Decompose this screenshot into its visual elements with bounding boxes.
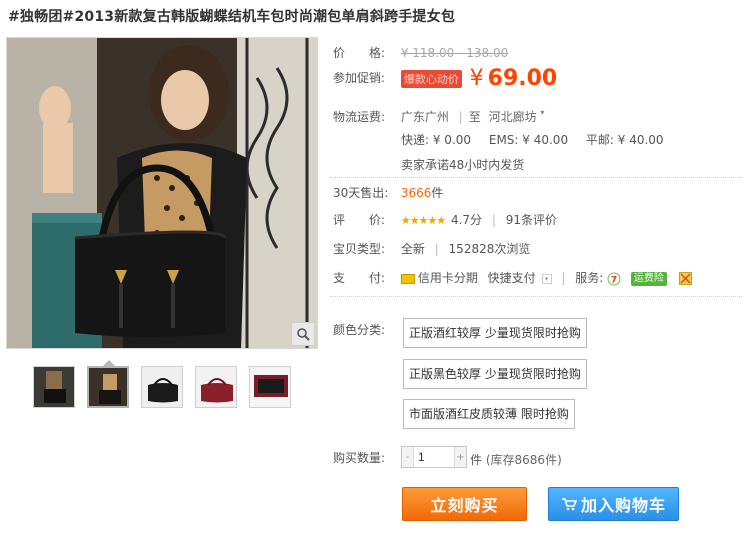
price-row: 价 格: ¥ 118.00 - 138.00	[333, 44, 508, 61]
divider: |	[561, 271, 566, 285]
thumbnail-image	[142, 367, 182, 407]
product-photo-illustration	[7, 38, 317, 348]
add-to-cart-button[interactable]: 加入购物车	[548, 487, 679, 521]
zoom-button[interactable]	[291, 322, 315, 346]
currency-symbol: ¥	[469, 66, 484, 91]
seven-day-return-icon[interactable]: 7	[607, 272, 621, 286]
ship-from: 广东广州	[400, 110, 449, 124]
color-option[interactable]: 正版酒红较厚 少量现货限时抢购	[403, 318, 587, 348]
divider-line	[330, 296, 742, 297]
quantity-stepper: - +	[401, 446, 467, 468]
ship-to-prefix: 至	[468, 110, 481, 124]
rating-stars: ★★★★★	[400, 214, 446, 227]
add-to-cart-label: 加入购物车	[580, 496, 666, 515]
type-row: 宝贝类型: 全新 | 152828次浏览	[333, 240, 530, 257]
thumbnail-strip	[33, 366, 291, 408]
product-title: #独畅团#2013新款复古韩版蝴蝶结机车包时尚潮包单肩斜跨手提女包	[8, 9, 456, 25]
thumbnail-image	[196, 367, 236, 407]
price-label: 价 格:	[333, 46, 386, 60]
sales-row: 30天售出: 3666件	[333, 184, 443, 201]
promo-badge: 爆款心动价	[400, 69, 462, 88]
chevron-down-icon[interactable]: ▾	[540, 108, 544, 117]
regular-mail-fee: 平邮: ¥ 40.00	[585, 133, 664, 147]
reviews-link[interactable]: 91条评价	[506, 213, 557, 227]
thumbnail[interactable]	[195, 366, 237, 408]
promo-row: 参加促销: 爆款心动价 ¥69.00	[333, 66, 557, 91]
shipping-promise: 卖家承诺48小时内发货	[401, 158, 525, 172]
shipping-insurance-badge[interactable]: 运费险	[630, 271, 667, 286]
color-option[interactable]: 正版黑色较厚 少量现货限时抢购	[403, 359, 587, 389]
service-label: 服务:	[575, 271, 604, 285]
view-count: 152828次浏览	[448, 242, 531, 256]
cart-icon	[561, 498, 577, 511]
thumbnail-image	[250, 367, 290, 407]
magnifier-icon	[297, 328, 310, 341]
express-fee: 快递: ¥ 0.00	[401, 133, 472, 147]
thumbnail-image	[34, 367, 74, 407]
shipping-label: 物流运费:	[333, 110, 386, 124]
thumbnail-active[interactable]	[87, 366, 129, 408]
rating-score: 4.7分	[450, 213, 483, 227]
quantity-unit: 件	[470, 453, 483, 467]
payment-row: 支 付: 信用卡分期 快捷支付 ▾ | 服务: 7 运费险	[333, 269, 692, 286]
quick-pay[interactable]: 快捷支付	[488, 271, 536, 285]
main-product-image[interactable]	[6, 37, 318, 349]
ems-fee: EMS: ¥ 40.00	[488, 133, 569, 147]
promo-label: 参加促销:	[333, 71, 386, 85]
sales-unit: 件	[431, 186, 444, 200]
shipping-row: 物流运费: 广东广州 | 至 河北廊坊 ▾	[333, 108, 544, 125]
divider-line	[330, 177, 742, 178]
color-label: 颜色分类:	[333, 323, 386, 337]
quantity-label: 购买数量:	[333, 451, 386, 465]
credit-card-icon	[400, 273, 415, 284]
increment-button[interactable]: +	[455, 447, 466, 467]
quantity-label-row: 购买数量:	[333, 449, 397, 466]
rating-label: 评 价:	[333, 213, 386, 227]
credit-installment[interactable]: 信用卡分期	[418, 271, 478, 285]
thumbnail[interactable]	[141, 366, 183, 408]
thumbnail-image	[89, 368, 127, 406]
thumbnail[interactable]	[33, 366, 75, 408]
original-price: ¥ 118.00 - 138.00	[400, 46, 509, 60]
svg-text:7: 7	[611, 275, 617, 285]
sales-count: 3666	[400, 186, 432, 200]
quantity-input[interactable]	[413, 447, 455, 467]
shipping-fees: 快递: ¥ 0.00 EMS: ¥ 40.00 平邮: ¥ 40.00	[401, 131, 664, 148]
sales-label: 30天售出:	[333, 186, 389, 200]
type-label: 宝贝类型:	[333, 242, 386, 256]
divider: |	[491, 213, 496, 227]
ship-to-selector[interactable]: 河北廊坊	[489, 110, 537, 124]
chevron-down-icon[interactable]: ▾	[541, 273, 552, 284]
item-condition: 全新	[400, 242, 425, 256]
thumbnail[interactable]	[249, 366, 291, 408]
decrement-button[interactable]: -	[402, 447, 413, 467]
buy-now-button[interactable]: 立刻购买	[402, 487, 527, 521]
payment-label: 支 付:	[333, 271, 386, 285]
color-label-row: 颜色分类:	[333, 321, 397, 338]
color-option[interactable]: 市面版酒红皮质较薄 限时抢购	[403, 399, 575, 429]
promo-price: 69.00	[487, 66, 558, 91]
stock-info: 件 (库存8686件)	[470, 451, 562, 468]
divider: |	[434, 242, 439, 256]
guarantee-icon[interactable]	[678, 272, 692, 285]
rating-row: 评 价: ★★★★★ 4.7分 | 91条评价	[333, 211, 557, 228]
divider: |	[458, 110, 463, 124]
stock-count: (库存8686件)	[485, 453, 562, 467]
